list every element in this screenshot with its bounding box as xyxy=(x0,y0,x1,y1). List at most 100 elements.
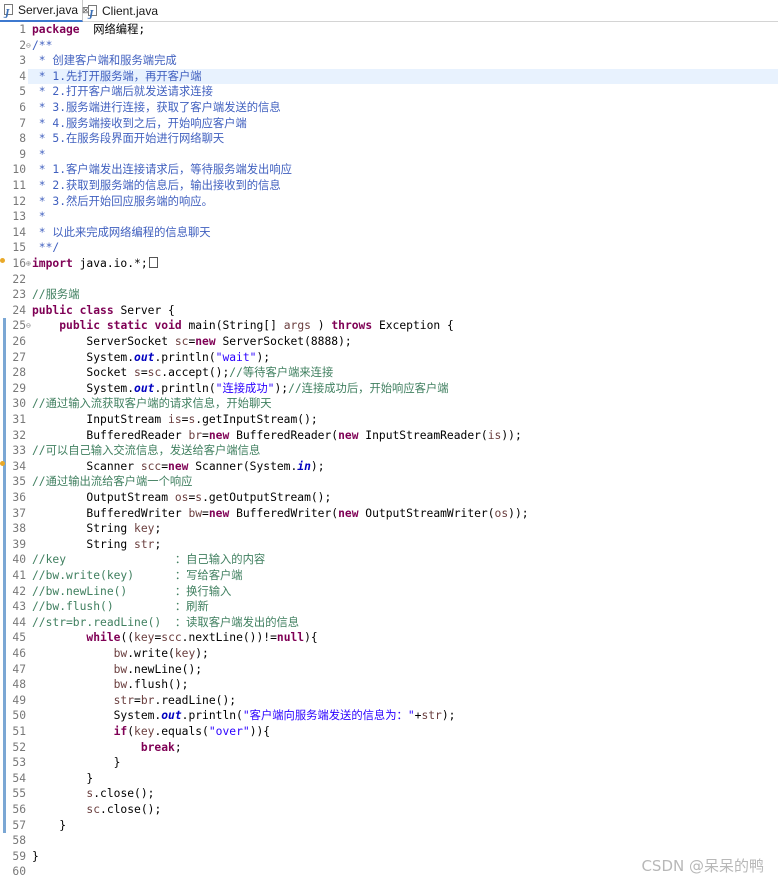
code-content: * xyxy=(32,147,46,163)
javadoc: * 1.客户端发出连接请求后，等待服务端发出响应 xyxy=(32,163,292,177)
line-number: 10 xyxy=(12,163,26,177)
line-number: 41 xyxy=(12,569,26,582)
code-line[interactable]: 47 bw.newLine(); xyxy=(0,662,778,678)
code-content: ServerSocket sc=new ServerSocket(8888); xyxy=(32,334,351,350)
code-line[interactable]: 35 //通过输出流给客户端一个响应 xyxy=(0,474,778,490)
code-text: Scanner(System. xyxy=(188,459,298,473)
editor-tab-bar: J Server.java ⊠ J Client.java xyxy=(0,0,778,22)
string-literal: "over" xyxy=(208,725,250,738)
code-line[interactable]: 34 Scanner scc=new Scanner(System.in); xyxy=(0,459,778,475)
string-literal: "连接成功" xyxy=(215,381,275,395)
code-line[interactable]: 30 //通过输入流获取客户端的请求信息，开始聊天 xyxy=(0,396,778,412)
code-line[interactable]: 28 Socket s=sc.accept();//等待客户端来连接 xyxy=(0,365,778,381)
code-line[interactable]: 1 package 网络编程; xyxy=(0,22,778,38)
code-line[interactable]: 11 * 2.获取到服务端的信息后，输出接收到的信息 xyxy=(0,178,778,194)
code-line[interactable]: 53 } xyxy=(0,755,778,771)
code-line[interactable]: 27 System.out.println("wait"); xyxy=(0,350,778,366)
code-line[interactable]: 54 } xyxy=(0,771,778,787)
line-number: 32 xyxy=(12,428,26,442)
code-line[interactable]: 16 ⊕ import java.io.*; xyxy=(0,256,778,272)
keyword: break xyxy=(140,740,175,754)
tab-client-java[interactable]: J Client.java xyxy=(84,0,158,22)
code-line[interactable]: 38 String key; xyxy=(0,521,778,537)
code-text: (( xyxy=(120,631,135,645)
code-editor[interactable]: 1 package 网络编程; 2 ⊖/** 3 * 创建客户端和服务端完成 4 * 1.… xyxy=(0,22,778,884)
code-line[interactable]: 43 //bw.flush() ：刷新 xyxy=(0,599,778,615)
code-line[interactable]: 50 System.out.println("客户端向服务端发送的信息为："+s… xyxy=(0,708,778,724)
expand-fold-icon[interactable]: ⊕ xyxy=(26,256,31,272)
code-line[interactable]: 3 * 创建客户端和服务端完成 xyxy=(0,53,778,69)
code-line[interactable]: 8 * 5.在服务段界面开始进行网络聊天 xyxy=(0,131,778,147)
code-line[interactable]: 56 sc.close(); xyxy=(0,802,778,818)
code-line[interactable]: 57 } xyxy=(0,818,778,834)
code-line[interactable]: 29 System.out.println("连接成功");//连接成功后，开始… xyxy=(0,381,778,397)
code-text: )) xyxy=(249,725,264,738)
code-line[interactable]: 45 while((key=scc.nextLine())!=null){ xyxy=(0,630,778,646)
code-text: } xyxy=(32,756,121,770)
code-content: if(key.equals("over")){ xyxy=(32,724,270,740)
code-text: .getInputStream(); xyxy=(195,413,318,426)
line-number: 14 xyxy=(12,225,26,239)
code-line[interactable]: 58 xyxy=(0,833,778,849)
code-line[interactable]: 37 BufferedWriter bw=new BufferedWriter(… xyxy=(0,506,778,522)
line-number: 29 xyxy=(12,381,26,395)
code-line[interactable]: 23 //服务端 xyxy=(0,287,778,303)
code-text: ); xyxy=(256,350,271,364)
code-line[interactable]: 46 bw.write(key); xyxy=(0,646,778,662)
code-line[interactable]: 24 public class Server { xyxy=(0,303,778,319)
code-line[interactable]: 31 InputStream is=s.getInputStream(); xyxy=(0,412,778,428)
code-line[interactable]: 41 //bw.write(key) ：写给客户端 xyxy=(0,568,778,584)
code-line[interactable]: 49 str=br.readLine(); xyxy=(0,693,778,709)
code-content: * 3.服务端进行连接，获取了客户端发送的信息 xyxy=(32,100,281,116)
code-text: Socket xyxy=(32,366,135,380)
code-line[interactable]: 15 **/ xyxy=(0,240,778,256)
field: out xyxy=(161,709,182,723)
code-line[interactable]: 51 if(key.equals("over")){ xyxy=(0,724,778,740)
code-line[interactable]: 26 ServerSocket sc=new ServerSocket(8888… xyxy=(0,334,778,350)
line-number: 54 xyxy=(12,771,26,785)
local-variable: bw xyxy=(113,647,128,660)
code-line[interactable]: 4 * 1.先打开服务端，再开客户端 xyxy=(0,69,778,85)
code-line[interactable]: 13 * xyxy=(0,209,778,225)
local-variable: key xyxy=(134,725,155,738)
code-text: ; xyxy=(154,537,162,551)
tab-server-java[interactable]: J Server.java ⊠ xyxy=(0,0,90,22)
code-line[interactable]: 40 //key ：自己输入的内容 xyxy=(0,552,778,568)
code-text: System. xyxy=(32,381,135,395)
code-line[interactable]: 14 * 以此来完成网络编程的信息聊天 xyxy=(0,225,778,241)
code-line[interactable]: 42 //bw.newLine() ：换行输入 xyxy=(0,584,778,600)
javadoc: * 3.然后开始回应服务端的响应。 xyxy=(32,194,213,208)
code-line[interactable]: 55 s.close(); xyxy=(0,786,778,802)
comment: //可以自己输入交流信息，发送给客户端信息 xyxy=(32,444,261,458)
code-line[interactable]: 22 xyxy=(0,272,778,288)
collapse-fold-icon[interactable]: ⊖ xyxy=(26,38,31,54)
code-line[interactable]: 9 * xyxy=(0,147,778,163)
code-content: Scanner scc=new Scanner(System.in); xyxy=(32,459,324,475)
code-text: System. xyxy=(32,350,135,364)
code-line[interactable]: 2 ⊖/** xyxy=(0,38,778,54)
code-content: System.out.println("wait"); xyxy=(32,350,270,366)
code-line[interactable]: 48 bw.flush(); xyxy=(0,677,778,693)
code-text: ServerSocket xyxy=(32,335,175,348)
comment: //bw.newLine() ：换行输入 xyxy=(32,584,232,598)
line-number: 16 xyxy=(12,257,26,270)
line-number: 24 xyxy=(12,303,26,317)
collapse-fold-icon[interactable]: ⊖ xyxy=(26,318,31,334)
code-text: ) xyxy=(310,319,332,333)
code-line[interactable]: 39 String str; xyxy=(0,537,778,553)
code-line[interactable]: 44 //str=br.readLine() ：读取客户端发出的信息 xyxy=(0,615,778,631)
code-line[interactable]: 5 * 2.打开客户端后就发送请求连接 xyxy=(0,84,778,100)
folded-import-box-icon[interactable] xyxy=(148,257,158,268)
code-line[interactable]: 32 BufferedReader br=new BufferedReader(… xyxy=(0,428,778,444)
code-line[interactable]: 7 * 4.服务端接收到之后，开始响应客户端 xyxy=(0,116,778,132)
local-variable: os xyxy=(174,491,189,504)
code-content: * 创建客户端和服务端完成 xyxy=(32,53,177,69)
code-line[interactable]: 36 OutputStream os=s.getOutputStream(); xyxy=(0,490,778,506)
code-line[interactable]: 25 ⊖ public static void main(String[] arg… xyxy=(0,318,778,334)
code-line[interactable]: 12 * 3.然后开始回应服务端的响应。 xyxy=(0,194,778,210)
code-text: InputStream xyxy=(32,413,169,426)
code-line[interactable]: 6 * 3.服务端进行连接，获取了客户端发送的信息 xyxy=(0,100,778,116)
code-line[interactable]: 33 //可以自己输入交流信息，发送给客户端信息 xyxy=(0,443,778,459)
code-line[interactable]: 52 break; xyxy=(0,740,778,756)
code-line[interactable]: 10 * 1.客户端发出连接请求后，等待服务端发出响应 xyxy=(0,162,778,178)
